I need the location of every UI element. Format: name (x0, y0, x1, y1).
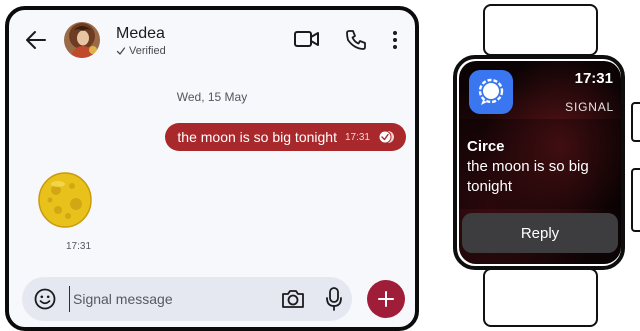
watch-strap-top (483, 4, 598, 56)
outgoing-message[interactable]: the moon is so big tonight 17:31 (165, 123, 406, 151)
date-separator: Wed, 15 May (176, 90, 248, 104)
message-input[interactable] (69, 286, 263, 312)
message-text: the moon is so big tonight (177, 129, 337, 145)
voice-call-button[interactable] (344, 28, 368, 52)
mic-icon (326, 287, 342, 311)
video-call-button[interactable] (293, 28, 321, 50)
watch-strap-bottom (483, 268, 598, 327)
chat-header: Medea Verified (9, 10, 415, 70)
notification-message: the moon is so big tonight (467, 158, 589, 195)
contact-name[interactable]: Medea (116, 25, 165, 43)
add-attachment-button[interactable] (367, 280, 405, 318)
watch-crown[interactable] (631, 102, 640, 142)
sticker-time: 17:31 (66, 241, 92, 252)
back-button[interactable] (23, 28, 49, 52)
emoji-icon (34, 288, 56, 310)
back-arrow-icon (26, 31, 46, 49)
check-icon (116, 47, 126, 55)
phone-icon (346, 30, 366, 50)
phone-screen: Medea Verified Wed, 15 May the moon is s… (5, 6, 419, 331)
watch-time: 17:31 (574, 70, 613, 87)
read-receipt-icon (378, 130, 394, 144)
verified-status: Verified (116, 45, 166, 57)
video-call-icon (294, 31, 319, 47)
notification-app-label: SIGNAL (565, 100, 614, 114)
verified-label: Verified (129, 45, 166, 57)
notification-sender: Circe (467, 138, 505, 155)
moon-sticker-icon (38, 172, 92, 228)
avatar[interactable] (64, 22, 100, 58)
more-options-button[interactable] (390, 28, 400, 52)
voice-note-button[interactable] (324, 286, 344, 312)
camera-icon (282, 290, 304, 308)
watch-screen: 17:31 SIGNAL Circe the moon is so big to… (459, 61, 621, 264)
signal-app-icon (469, 70, 513, 114)
signal-logo-icon (478, 78, 504, 105)
plus-icon (378, 291, 394, 307)
moon-sticker[interactable] (38, 172, 92, 228)
message-time: 17:31 (344, 131, 370, 143)
message-composer (22, 277, 352, 321)
camera-button[interactable] (280, 287, 306, 311)
more-vertical-icon (393, 31, 397, 49)
watch-side-button[interactable] (631, 168, 640, 232)
emoji-button[interactable] (34, 288, 56, 310)
reply-button[interactable]: Reply (462, 213, 618, 253)
